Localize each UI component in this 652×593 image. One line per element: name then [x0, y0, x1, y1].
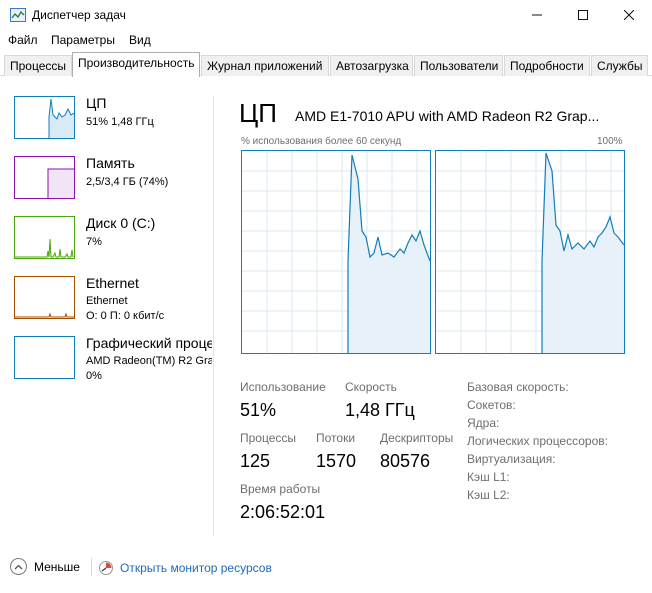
sidebar-item-gpu[interactable]: Графический процессор 0 AMD Radeon(TM) R… [0, 330, 212, 388]
fewer-details-label: Меньше [34, 559, 80, 574]
uptime-label: Время работы [240, 482, 321, 496]
processes-value: 125 [240, 451, 271, 471]
l1-cache-label: Кэш L1: [467, 470, 510, 484]
open-resource-monitor-link[interactable]: Открыть монитор ресурсов [98, 560, 272, 576]
usage-label: Использование [240, 380, 326, 394]
menu-bar: Файл Параметры Вид [0, 30, 652, 52]
sockets-label: Сокетов: [467, 398, 516, 412]
tab-performance[interactable]: Производительность [72, 52, 200, 77]
sidebar-item-ethernet[interactable]: Ethernet Ethernet О: 0 П: 0 кбит/с [0, 270, 212, 328]
chevron-up-icon [10, 558, 27, 575]
speed-value: 1,48 ГГц [345, 400, 415, 420]
cpu-graph-core-1 [435, 150, 625, 354]
maximize-button[interactable] [560, 0, 606, 30]
tab-app-history[interactable]: Журнал приложений [201, 55, 329, 76]
panel-divider [213, 96, 214, 536]
maximize-icon [578, 10, 588, 20]
sidebar-cpu-detail: 51% 1,48 ГГц [86, 116, 154, 128]
graph-caption: % использования более 60 секунд [241, 136, 402, 147]
handles-label: Дескрипторы [380, 431, 454, 445]
tab-users[interactable]: Пользователи [414, 55, 503, 76]
sidebar-item-memory[interactable]: Память 2,5/3,4 ГБ (74%) [0, 150, 212, 208]
page-title: ЦП [239, 98, 277, 128]
sidebar-gpu-title: Графический процессор 0 [86, 335, 212, 351]
sidebar-gpu-usage: 0% [86, 370, 102, 382]
threads-label: Потоки [316, 431, 356, 445]
close-icon [624, 10, 634, 20]
disk-thumbnail-graph [14, 216, 75, 259]
resource-monitor-label: Открыть монитор ресурсов [120, 561, 272, 575]
speed-label: Скорость [345, 380, 397, 394]
sidebar-ethernet-rate: О: 0 П: 0 кбит/с [86, 310, 165, 322]
uptime-value: 2:06:52:01 [240, 502, 326, 522]
cores-label: Ядра: [467, 416, 500, 430]
minimize-icon [532, 14, 542, 16]
sidebar-cpu-title: ЦП [86, 95, 107, 111]
sidebar-item-cpu[interactable]: ЦП 51% 1,48 ГГц [0, 90, 212, 148]
cpu-graph-core-0 [241, 150, 431, 354]
resource-monitor-icon [99, 561, 113, 575]
title-bar: Диспетчер задач [0, 0, 652, 30]
cpu-thumbnail-graph [14, 96, 75, 139]
memory-thumbnail-graph [14, 156, 75, 199]
tab-details[interactable]: Подробности [504, 55, 590, 76]
menu-file[interactable]: Файл [8, 33, 38, 47]
menu-options[interactable]: Параметры [51, 33, 115, 47]
threads-value: 1570 [316, 451, 357, 471]
tab-services[interactable]: Службы [591, 55, 648, 76]
handles-value: 80576 [380, 451, 431, 471]
sidebar-item-disk[interactable]: Диск 0 (C:) 7% [0, 210, 212, 268]
base-speed-label: Базовая скорость: [467, 380, 569, 394]
footer-separator [91, 558, 92, 576]
tab-processes[interactable]: Процессы [4, 55, 72, 76]
tab-bar: Процессы Производительность Журнал прило… [0, 52, 652, 77]
sidebar-memory-title: Память [86, 155, 135, 171]
l2-cache-label: Кэш L2: [467, 488, 510, 502]
menu-view[interactable]: Вид [129, 33, 151, 47]
sidebar-disk-detail: 7% [86, 236, 102, 248]
processes-label: Процессы [240, 431, 297, 445]
cpu-model-name: AMD E1-7010 APU with AMD Radeon R2 Grap.… [295, 108, 600, 124]
sidebar-ethernet-title: Ethernet [86, 275, 139, 291]
usage-value: 51% [240, 400, 277, 420]
ethernet-thumbnail-graph [14, 276, 75, 319]
graph-max-label: 100% [597, 136, 623, 147]
footer-bar: Меньше Открыть монитор ресурсов [0, 552, 652, 582]
resource-sidebar: ЦП 51% 1,48 ГГц Память 2,5/3,4 ГБ (74%) … [0, 90, 212, 390]
sidebar-gpu-model: AMD Radeon(TM) R2 Graphics [86, 355, 212, 367]
close-button[interactable] [606, 0, 652, 30]
sidebar-ethernet-name: Ethernet [86, 295, 128, 307]
task-manager-icon [10, 8, 26, 22]
minimize-button[interactable] [514, 0, 560, 30]
fewer-details-button[interactable]: Меньше [10, 558, 80, 575]
sidebar-memory-detail: 2,5/3,4 ГБ (74%) [86, 176, 169, 188]
window-title: Диспетчер задач [32, 8, 126, 22]
sidebar-disk-title: Диск 0 (C:) [86, 215, 156, 231]
virtualization-label: Виртуализация: [467, 452, 556, 466]
logical-processors-label: Логических процессоров: [467, 434, 608, 448]
gpu-thumbnail-graph [14, 336, 75, 379]
tab-startup[interactable]: Автозагрузка [330, 55, 413, 76]
